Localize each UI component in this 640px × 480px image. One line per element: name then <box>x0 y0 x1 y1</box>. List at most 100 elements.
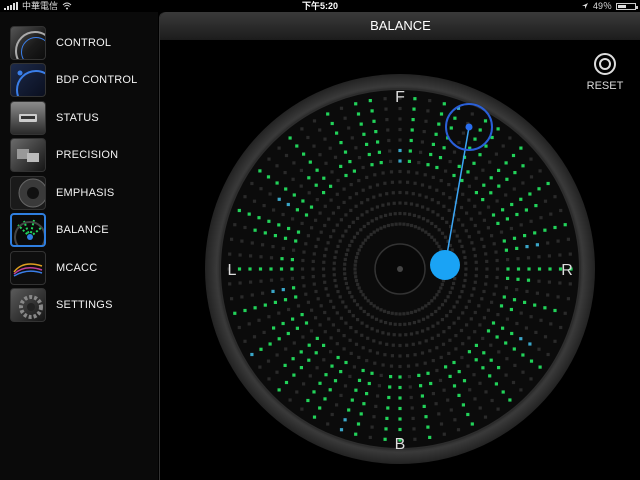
sidebar-item-emphasis[interactable]: EMPHASIS <box>10 175 158 211</box>
right-label: R <box>561 262 573 279</box>
level-dot <box>526 256 531 260</box>
level-dot <box>398 364 402 369</box>
front-label: F <box>395 89 405 106</box>
level-dot <box>506 267 510 271</box>
level-dot <box>252 199 257 203</box>
level-dot <box>286 202 290 207</box>
level-dot <box>321 267 326 271</box>
level-dot <box>326 241 330 245</box>
sidebar-item-bdp-control[interactable]: BDP CONTROL <box>10 62 158 98</box>
level-dot <box>283 298 288 302</box>
level-dot <box>348 196 352 200</box>
sidebar-item-control[interactable]: CONTROL <box>10 25 158 61</box>
level-dot <box>299 350 303 354</box>
level-dot <box>362 224 366 229</box>
level-dot <box>519 311 523 315</box>
level-dot <box>515 288 519 292</box>
level-dot <box>509 226 513 231</box>
level-dot <box>485 267 489 271</box>
level-dot <box>477 230 481 234</box>
level-dot <box>441 342 446 346</box>
balance-dial[interactable]: F B L R <box>200 69 600 469</box>
level-dot <box>484 282 488 286</box>
level-dot <box>463 255 467 260</box>
level-dot <box>422 404 426 408</box>
level-dot <box>391 191 395 195</box>
level-dot <box>356 252 360 256</box>
level-dot <box>287 226 291 231</box>
level-dot <box>342 267 347 271</box>
level-dot <box>385 342 389 346</box>
level-dot <box>410 223 414 228</box>
level-dot <box>489 343 493 347</box>
level-dot <box>484 252 488 256</box>
back-label: B <box>395 436 406 453</box>
level-dot <box>519 197 523 201</box>
level-dot <box>486 308 490 312</box>
level-dot <box>336 205 341 210</box>
level-dot <box>266 359 271 363</box>
sidebar-item-status[interactable]: STATUS <box>10 100 158 136</box>
level-dot <box>386 332 391 336</box>
level-dot <box>398 117 402 121</box>
precision-icon <box>10 138 46 172</box>
sidebar-item-balance[interactable]: BALANCE <box>10 212 158 248</box>
level-dot <box>474 260 478 264</box>
level-dot <box>374 404 378 408</box>
level-dot <box>383 225 387 229</box>
level-dot <box>323 137 327 141</box>
level-dot <box>431 359 435 363</box>
level-dot <box>300 313 304 317</box>
level-dot <box>243 225 247 230</box>
level-dot <box>350 398 354 402</box>
level-dot <box>258 365 262 369</box>
level-dot <box>333 155 338 159</box>
level-dot <box>412 107 416 111</box>
level-dot <box>365 175 369 179</box>
level-dot <box>273 234 277 238</box>
level-dot <box>423 173 427 177</box>
level-dot <box>281 288 285 292</box>
level-dot <box>470 422 474 426</box>
level-dot <box>427 301 431 306</box>
level-dot <box>403 212 407 216</box>
level-dot <box>269 256 274 260</box>
level-dot <box>240 239 244 243</box>
level-dot <box>324 287 328 291</box>
level-dot <box>296 230 301 234</box>
level-dot <box>366 235 370 239</box>
level-dot <box>342 347 346 351</box>
status-time: 下午5:20 <box>301 1 338 11</box>
balance-knob[interactable] <box>430 250 460 280</box>
level-dot <box>294 295 298 299</box>
sidebar-item-precision[interactable]: PRECISION <box>10 137 158 173</box>
level-dot <box>384 107 388 111</box>
level-dot <box>398 322 402 327</box>
level-dot <box>420 183 425 187</box>
battery-icon <box>616 2 638 10</box>
level-dot <box>411 416 415 420</box>
level-dot <box>347 408 351 412</box>
level-dot <box>343 257 347 261</box>
level-dot <box>307 343 311 347</box>
level-dot <box>361 293 365 297</box>
level-dot <box>366 221 370 226</box>
level-dot <box>357 179 361 183</box>
level-dot <box>277 337 281 341</box>
level-dot <box>467 184 471 188</box>
level-dot <box>377 384 381 388</box>
sidebar-item-mcacc[interactable]: MCACC <box>10 250 158 286</box>
level-dot <box>424 304 428 308</box>
level-dot <box>453 277 457 281</box>
sidebar-item-settings[interactable]: SETTINGS <box>10 287 158 323</box>
level-dot <box>495 335 499 339</box>
level-dot <box>335 311 339 315</box>
level-dot <box>281 212 285 217</box>
level-dot <box>478 323 482 327</box>
level-dot <box>353 263 357 267</box>
level-dot <box>486 329 491 333</box>
level-dot <box>464 261 468 265</box>
level-dot <box>363 238 368 242</box>
level-dot <box>368 99 372 103</box>
level-dot <box>343 277 347 281</box>
